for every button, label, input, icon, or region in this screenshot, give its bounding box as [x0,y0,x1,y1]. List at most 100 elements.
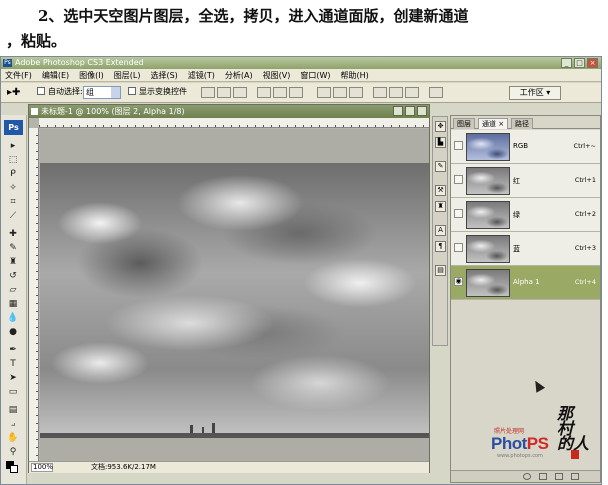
crop-tool-icon[interactable]: ⌗ [6,197,20,208]
menu-filter[interactable]: 滤镜(T) [188,69,215,81]
menu-help[interactable]: 帮助(H) [341,69,369,81]
load-selection-icon[interactable] [523,473,531,480]
shape-tool-icon[interactable]: ▭ [6,387,20,398]
lasso-tool-icon[interactable]: ᑭ [6,169,20,180]
menu-select[interactable]: 选择(S) [150,69,177,81]
clone-source-icon[interactable]: ♜ [435,201,446,212]
distribute-top-icon[interactable] [317,87,331,98]
doc-maximize-icon[interactable] [405,106,415,116]
app-title: Adobe Photoshop CS3 Extended [15,58,144,67]
auto-select-dropdown[interactable]: 组 [83,86,121,99]
document-info: 文档:953.6K/2.17M [91,463,156,471]
brush-tool-icon[interactable]: ✎ [6,243,20,254]
minimize-icon[interactable]: _ [561,58,572,68]
channel-shortcut: Ctrl+2 [574,210,596,218]
visibility-eye-icon[interactable] [454,175,463,184]
distribute-left-icon[interactable] [373,87,387,98]
menu-image[interactable]: 图像(I) [79,69,104,81]
channels-panel: 图层 通道 × 路径 RGB Ctrl+~ 红 Ctrl+1 绿 Ctrl+2 … [450,115,601,483]
align-center-icon[interactable] [273,87,287,98]
gradient-tool-icon[interactable]: ▦ [6,299,20,310]
move-tool-icon[interactable]: ▸ [6,141,20,152]
delete-channel-icon[interactable] [571,473,579,480]
channel-shortcut: Ctrl+1 [574,176,596,184]
tab-layers[interactable]: 图层 [453,118,475,129]
sky-image-channel[interactable] [40,163,429,438]
distribute-center-icon[interactable] [389,87,403,98]
toolbox: Ps ▸ ⬚ ᑭ ✧ ⌗ ⟋ ✚ ✎ ♜ ↺ ▱ ▦ 💧 ● ✒ T ➤ ▭ ▤… [1,115,27,484]
menu-layer[interactable]: 图层(L) [114,69,141,81]
slice-tool-icon[interactable]: ⟋ [6,211,20,222]
zoom-field[interactable]: 100% [31,463,53,472]
menu-view[interactable]: 视图(V) [263,69,291,81]
doc-minimize-icon[interactable] [393,106,403,116]
navigator-icon[interactable]: ✥ [435,121,446,132]
channel-name: Alpha 1 [513,278,540,286]
visibility-eye-icon[interactable] [454,141,463,150]
align-middle-icon[interactable] [217,87,231,98]
close-icon[interactable]: × [587,58,598,68]
layer-comps-icon[interactable]: ▤ [435,265,446,276]
menu-file[interactable]: 文件(F) [5,69,32,81]
instruction-line-2: ，粘贴。 [6,32,67,50]
align-bottom-icon[interactable] [233,87,247,98]
document-window: 未标题-1 @ 100% (图层 2, Alpha 1/8) 100% 文档:9… [28,104,430,473]
visibility-eye-icon[interactable]: ◉ [454,277,463,286]
dodge-tool-icon[interactable]: ● [6,327,20,338]
distribute-right-icon[interactable] [405,87,419,98]
menu-edit[interactable]: 编辑(E) [42,69,69,81]
tool-presets-icon[interactable]: ⚒ [435,185,446,196]
maximize-icon[interactable]: □ [574,58,585,68]
paragraph-icon[interactable]: ¶ [435,241,446,252]
panel-tabs: 图层 通道 × 路径 [451,118,600,129]
tab-paths[interactable]: 路径 [511,118,533,129]
background-color-swatch[interactable] [10,465,18,473]
notes-tool-icon[interactable]: ▤ [6,405,20,416]
align-left-icon[interactable] [257,87,271,98]
menu-window[interactable]: 窗口(W) [300,69,330,81]
channel-row-blue[interactable]: 蓝 Ctrl+3 [451,232,600,266]
distribute-middle-icon[interactable] [333,87,347,98]
path-select-icon[interactable]: ➤ [6,373,20,384]
channel-row-green[interactable]: 绿 Ctrl+2 [451,198,600,232]
eraser-tool-icon[interactable]: ▱ [6,285,20,296]
align-right-icon[interactable] [289,87,303,98]
clone-stamp-icon[interactable]: ♜ [6,257,20,268]
doc-close-icon[interactable] [417,106,427,116]
new-channel-icon[interactable] [555,473,563,480]
menu-analysis[interactable]: 分析(A) [225,69,253,81]
eyedropper-icon[interactable]: ⟓ [6,419,20,430]
channel-row-rgb[interactable]: RGB Ctrl+~ [451,130,600,164]
marquee-tool-icon[interactable]: ⬚ [6,155,20,166]
healing-brush-icon[interactable]: ✚ [6,229,20,240]
tab-channels[interactable]: 通道 × [478,118,509,129]
photops-logo: PhotPS [491,434,549,454]
vertical-ruler [29,128,39,473]
histogram-icon[interactable]: ▙ [435,137,446,148]
show-transform-checkbox[interactable] [128,87,136,95]
auto-select-checkbox[interactable] [37,87,45,95]
align-top-icon[interactable] [201,87,215,98]
distribute-bottom-icon[interactable] [349,87,363,98]
workspace-button[interactable]: 工作区 ▾ [509,86,561,100]
visibility-eye-icon[interactable] [454,209,463,218]
blur-tool-icon[interactable]: 💧 [6,313,20,324]
hand-tool-icon[interactable]: ✋ [6,433,20,444]
zoom-tool-icon[interactable]: ⚲ [6,447,20,458]
pen-tool-icon[interactable]: ✒ [6,345,20,356]
horizontal-ruler [39,118,429,128]
save-selection-icon[interactable] [539,473,547,480]
history-brush-icon[interactable]: ↺ [6,271,20,282]
type-tool-icon[interactable]: T [6,359,20,370]
window-controls: _ □ × [561,58,598,68]
magic-wand-icon[interactable]: ✧ [6,183,20,194]
character-icon[interactable]: A [435,225,446,236]
channel-row-red[interactable]: 红 Ctrl+1 [451,164,600,198]
photoshop-window: Ps Adobe Photoshop CS3 Extended _ □ × 文件… [0,56,602,485]
move-tool-icon[interactable]: ▸✚ [7,86,27,100]
channel-name: 红 [513,177,520,185]
visibility-eye-icon[interactable] [454,243,463,252]
channel-row-alpha-1[interactable]: ◉ Alpha 1 Ctrl+4 [451,266,600,300]
brushes-icon[interactable]: ✎ [435,161,446,172]
auto-align-icon[interactable] [429,87,443,98]
